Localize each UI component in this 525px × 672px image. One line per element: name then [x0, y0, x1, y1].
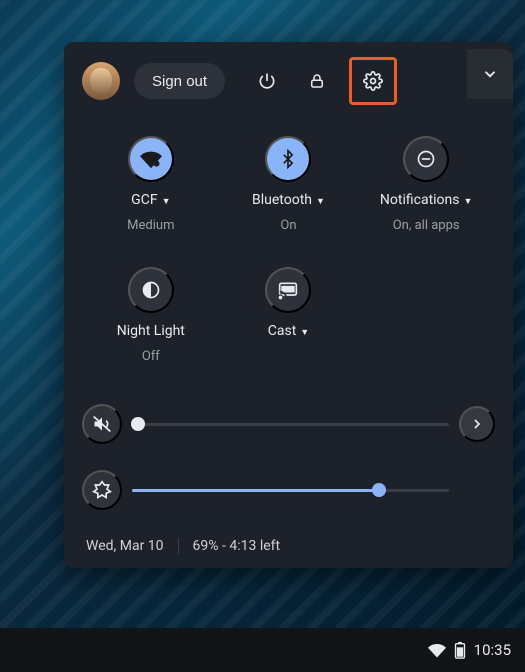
nightlight-label-text: Night Light [117, 323, 185, 339]
bluetooth-label[interactable]: Bluetooth ▼ [252, 192, 325, 208]
caret-icon: ▼ [464, 196, 473, 207]
settings-button[interactable] [356, 63, 390, 99]
header: Sign out [82, 56, 495, 106]
lock-button[interactable] [299, 63, 335, 99]
lock-icon [308, 72, 326, 90]
bluetooth-sub: On [280, 218, 296, 233]
brightness-slider-thumb[interactable] [372, 483, 386, 497]
panel-footer: Wed, Mar 10 69% - 4:13 left [82, 538, 495, 554]
nightlight-toggle[interactable] [128, 267, 174, 313]
notifications-sub: On, all apps [393, 218, 460, 233]
dnd-icon [416, 149, 436, 169]
bluetooth-toggle[interactable] [265, 136, 311, 182]
power-button[interactable] [249, 63, 285, 99]
user-avatar[interactable] [82, 62, 120, 100]
notifications-label-text: Notifications [380, 192, 460, 208]
wifi-toggle[interactable] [128, 136, 174, 182]
caret-icon: ▼ [162, 196, 171, 207]
bluetooth-icon [278, 149, 298, 169]
brightness-button[interactable] [82, 470, 122, 510]
quick-settings-panel: Sign out GCF ▼ [64, 42, 513, 568]
tile-bluetooth: Bluetooth ▼ On [220, 136, 358, 233]
cast-label[interactable]: Cast ▼ [268, 323, 309, 339]
shelf: 10:35 [0, 628, 525, 672]
brightness-slider[interactable] [132, 489, 449, 492]
notifications-label[interactable]: Notifications ▼ [380, 192, 473, 208]
tile-notifications: Notifications ▼ On, all apps [357, 136, 495, 233]
bluetooth-label-text: Bluetooth [252, 192, 312, 208]
cast-toggle[interactable] [265, 267, 311, 313]
caret-icon: ▼ [300, 327, 309, 338]
collapse-button[interactable] [467, 49, 513, 99]
brightness-row [82, 470, 495, 510]
notifications-toggle[interactable] [403, 136, 449, 182]
volume-mute-icon [92, 414, 112, 434]
quick-tiles: GCF ▼ Medium Bluetooth ▼ On Notification… [82, 136, 495, 364]
header-icons [249, 57, 397, 105]
volume-row [82, 404, 495, 444]
volume-slider[interactable] [132, 423, 449, 426]
wifi-icon [140, 148, 162, 170]
wifi-label-text: GCF [131, 192, 157, 208]
caret-icon: ▼ [316, 196, 325, 207]
sliders [82, 404, 495, 510]
brightness-icon [92, 480, 112, 500]
shelf-status-area[interactable]: 10:35 [428, 641, 511, 659]
nightlight-icon [141, 280, 161, 300]
nightlight-label[interactable]: Night Light [117, 323, 185, 339]
audio-settings-button[interactable] [459, 406, 495, 442]
footer-separator [178, 538, 179, 554]
footer-date: Wed, Mar 10 [86, 538, 164, 554]
nightlight-sub: Off [142, 349, 160, 364]
tile-cast: Cast ▼ [220, 267, 358, 364]
settings-highlight [349, 57, 397, 105]
sign-out-button[interactable]: Sign out [134, 63, 225, 99]
power-icon [257, 71, 277, 91]
brightness-slider-fill [132, 489, 379, 492]
footer-battery: 69% - 4:13 left [193, 538, 281, 554]
chevron-down-icon [481, 65, 499, 83]
shelf-time: 10:35 [474, 641, 511, 659]
volume-slider-thumb[interactable] [131, 417, 145, 431]
tile-nightlight: Night Light Off [82, 267, 220, 364]
chevron-right-icon [469, 416, 485, 432]
gear-icon [363, 71, 383, 91]
cast-icon [278, 280, 298, 300]
tile-empty [357, 267, 495, 364]
wifi-sub: Medium [127, 218, 174, 233]
cast-label-text: Cast [268, 323, 297, 339]
wifi-icon [428, 641, 446, 659]
battery-icon [454, 641, 466, 659]
wifi-label[interactable]: GCF ▼ [131, 192, 170, 208]
tile-wifi: GCF ▼ Medium [82, 136, 220, 233]
volume-mute-button[interactable] [82, 404, 122, 444]
